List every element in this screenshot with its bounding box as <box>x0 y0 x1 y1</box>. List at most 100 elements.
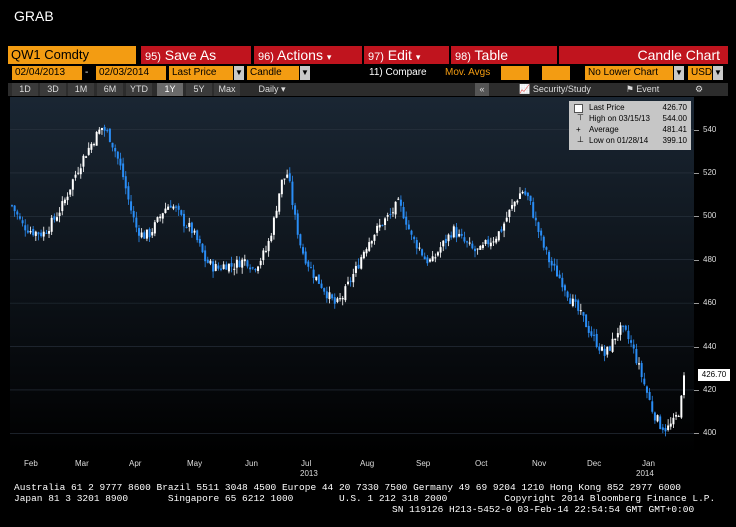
security-study-button[interactable]: 📈 Security/Study <box>505 83 605 96</box>
tab-period-ytd[interactable]: YTD <box>126 83 152 96</box>
candle-body <box>288 173 291 182</box>
tab-period-1y[interactable]: 1Y <box>157 83 183 96</box>
candle-body <box>339 298 342 300</box>
tab-period-5y[interactable]: 5Y <box>186 83 212 96</box>
candle-body <box>635 349 638 364</box>
candle-body <box>312 269 315 278</box>
chevron-down-icon[interactable]: ▼ <box>234 66 244 80</box>
edit-label: Edit <box>387 47 412 63</box>
candle-body <box>309 267 312 269</box>
chevron-down-icon[interactable]: ▼ <box>300 66 310 80</box>
candle-body <box>442 240 445 247</box>
candle-body <box>114 148 117 152</box>
edit-button[interactable]: 97) Edit ▾ <box>364 46 449 64</box>
candle-body <box>413 236 416 240</box>
candle-body <box>566 291 569 298</box>
candle-body <box>463 237 466 242</box>
actions-label: Actions <box>277 47 323 63</box>
tab-period-3d[interactable]: 3D <box>40 83 66 96</box>
candle-body <box>511 205 514 209</box>
end-date-field[interactable]: 02/03/2014 <box>96 66 166 80</box>
candle-body <box>280 179 283 195</box>
candle-body <box>648 391 651 400</box>
y-tick <box>694 216 699 218</box>
candle-body <box>262 250 265 261</box>
save-as-button[interactable]: 95) Save As <box>141 46 251 64</box>
candle-body <box>436 252 439 256</box>
tab-period-6m[interactable]: 6M <box>97 83 123 96</box>
price-field-select[interactable]: Last Price <box>169 66 233 80</box>
frequency-select[interactable]: Daily ▾ <box>252 83 292 96</box>
actions-button[interactable]: 96) Actions ▾ <box>254 46 362 64</box>
candle-body <box>614 338 617 341</box>
candle-body <box>495 238 498 243</box>
candle-body <box>82 155 85 167</box>
candle-body <box>582 312 585 316</box>
candle-body <box>518 193 521 199</box>
collapse-icon[interactable]: « <box>475 83 489 96</box>
start-date-field[interactable]: 02/04/2013 <box>12 66 82 80</box>
candle-body <box>188 222 191 227</box>
legend-high-value: 544.00 <box>662 114 687 123</box>
gear-icon[interactable]: ⚙ <box>684 83 714 96</box>
caret-down-icon: ▾ <box>281 84 286 94</box>
candle-body <box>66 196 69 201</box>
tab-period-1m[interactable]: 1M <box>68 83 94 96</box>
candle-body <box>431 256 434 262</box>
footer-contacts-line1: Australia 61 2 9777 8600 Brazil 5511 304… <box>14 482 682 493</box>
candle-body <box>243 259 246 262</box>
candle-body <box>537 222 540 233</box>
candle-body <box>476 248 479 250</box>
candle-body <box>677 415 680 417</box>
candle-body <box>556 265 559 277</box>
x-tick-label: Jul <box>301 459 312 468</box>
candle-body <box>362 251 365 259</box>
candle-body <box>608 346 611 351</box>
candle-body <box>299 234 302 246</box>
candle-body <box>548 251 551 263</box>
candle-body <box>214 264 217 271</box>
candle-body <box>206 259 209 263</box>
mov-avg-2-field[interactable] <box>542 66 570 80</box>
ticker-field[interactable]: QW1 Comdty <box>8 46 136 64</box>
candle-body <box>222 264 225 270</box>
lower-chart-select[interactable]: No Lower Chart <box>585 66 673 80</box>
legend-high-label: High on 03/15/13 <box>589 114 650 123</box>
candle-body <box>212 261 215 272</box>
currency-select[interactable]: USD <box>688 66 712 80</box>
candle-body <box>119 158 122 166</box>
candle-body <box>368 242 371 251</box>
footer-contacts-line2: Japan 81 3 3201 8900 Singapore 65 6212 1… <box>14 493 716 504</box>
chevron-down-icon[interactable]: ▼ <box>674 66 684 80</box>
mov-avg-1-field[interactable] <box>501 66 529 80</box>
candle-body <box>74 174 77 178</box>
candle-body <box>497 231 500 241</box>
candle-body <box>542 236 545 248</box>
candle-body <box>521 191 524 194</box>
candle-body <box>444 238 447 244</box>
candle-body <box>452 226 455 238</box>
frequency-label: Daily <box>258 84 279 94</box>
candle-body <box>233 268 236 270</box>
candle-body <box>55 217 58 221</box>
candle-body <box>429 259 432 262</box>
save-as-number: 95) <box>145 51 161 63</box>
flag-icon: ⚑ <box>625 84 634 94</box>
y-tick <box>694 172 699 174</box>
candle-body <box>53 216 56 220</box>
chevron-down-icon[interactable]: ▼ <box>713 66 723 80</box>
chart-style-select[interactable]: Candle <box>247 66 299 80</box>
tab-period-max[interactable]: Max <box>214 83 240 96</box>
candle-body <box>85 156 88 158</box>
candle-body <box>683 375 685 396</box>
candle-body <box>489 242 492 247</box>
tab-period-1d[interactable]: 1D <box>12 83 38 96</box>
candle-body <box>577 300 580 311</box>
candle-body <box>16 211 19 215</box>
candle-body <box>18 216 21 219</box>
table-button[interactable]: 98) Table <box>451 46 557 64</box>
candle-body <box>524 191 527 195</box>
event-button[interactable]: ⚑ Event <box>615 83 670 96</box>
candle-body <box>399 199 402 206</box>
compare-button[interactable]: 11) Compare <box>369 66 439 80</box>
